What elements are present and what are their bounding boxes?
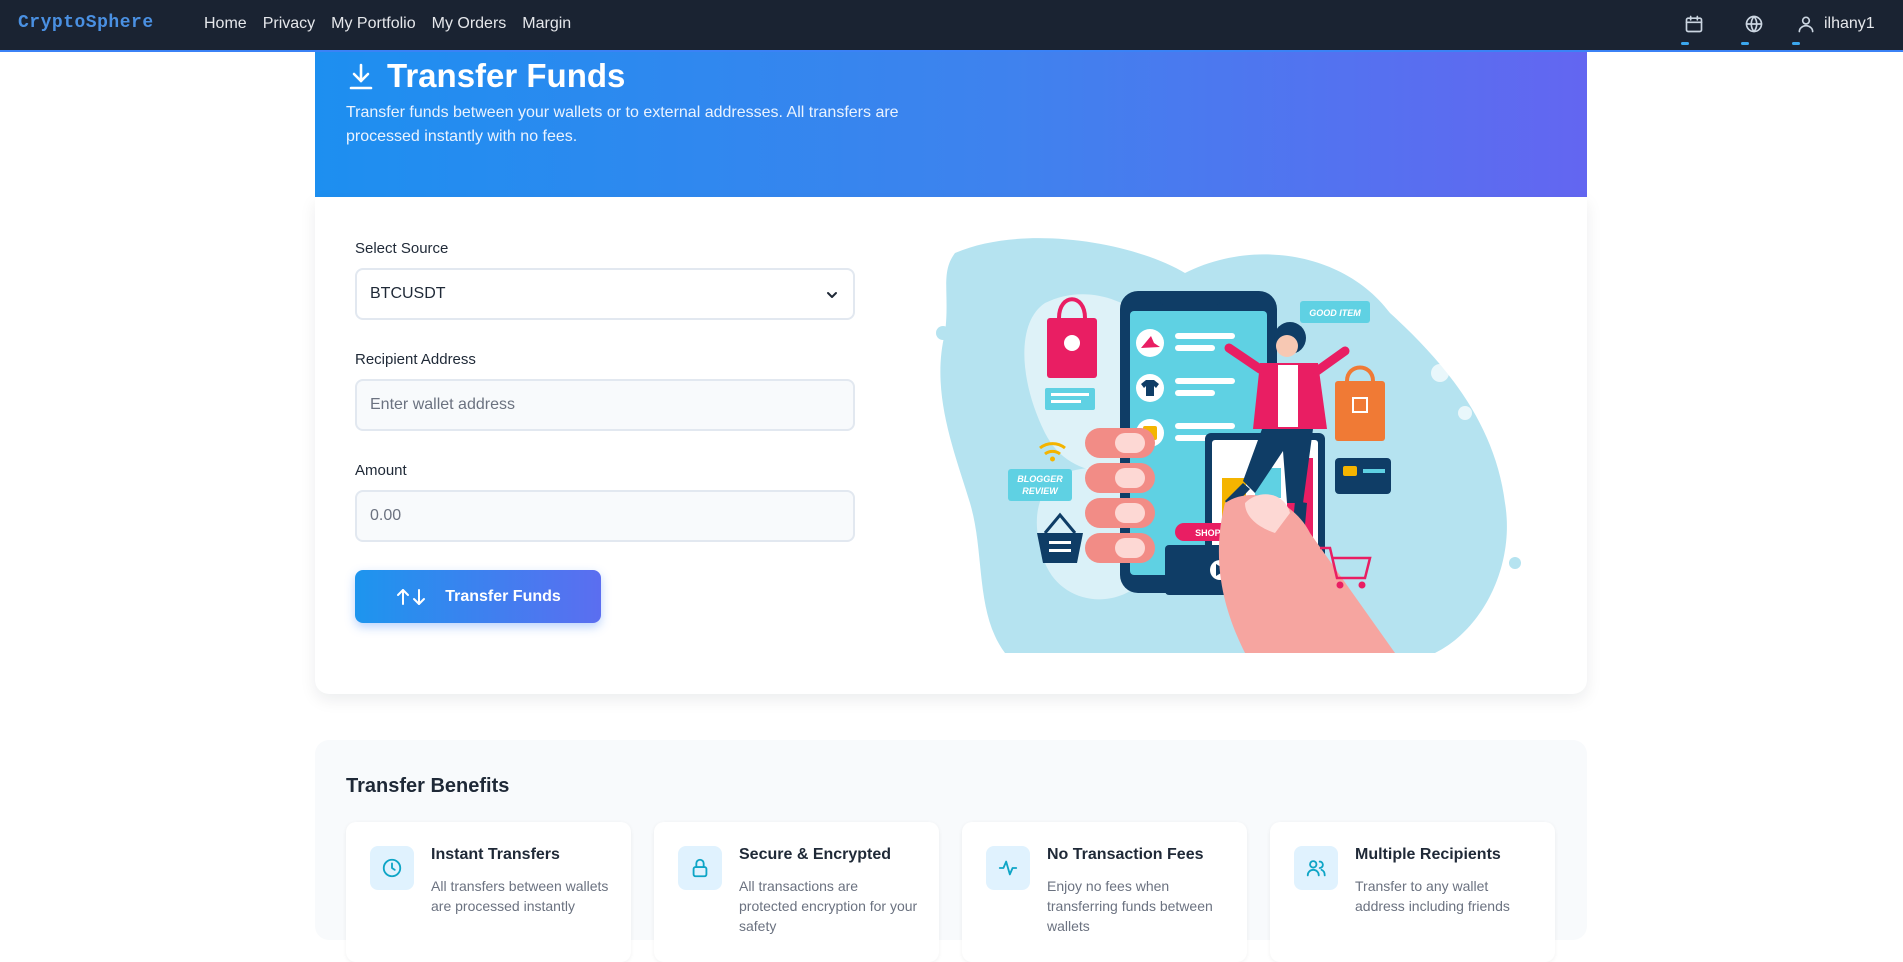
- benefit-title: No Transaction Fees: [1047, 846, 1204, 863]
- top-navbar: CryptoSphere Home Privacy My Portfolio M…: [0, 0, 1903, 52]
- benefit-card-no-fees: No Transaction Fees Enjoy no fees when t…: [962, 822, 1247, 962]
- benefits-title: Transfer Benefits: [346, 775, 510, 797]
- transfer-benefits-section: Transfer Benefits Instant Transfers All …: [315, 740, 1587, 962]
- globe-indicator: [1741, 42, 1749, 45]
- benefit-title: Secure & Encrypted: [739, 846, 892, 863]
- benefit-description: Transfer to any wallet address including…: [1355, 878, 1510, 914]
- nav-links: Home Privacy My Portfolio My Orders Marg…: [204, 15, 571, 33]
- nav-link-my-orders[interactable]: My Orders: [432, 15, 507, 33]
- benefit-title: Multiple Recipients: [1355, 846, 1501, 863]
- nav-link-margin[interactable]: Margin: [522, 15, 571, 33]
- nav-link-home[interactable]: Home: [204, 15, 247, 33]
- recipient-address-input[interactable]: Enter wallet address: [355, 379, 855, 431]
- blogger-review-line2: REVIEW: [1022, 486, 1059, 496]
- recipient-placeholder: Enter wallet address: [370, 396, 515, 413]
- amount-input[interactable]: 0.00: [355, 490, 855, 542]
- source-selected-value: BTCUSDT: [370, 285, 446, 302]
- transfer-hero-banner: Transfer Funds Transfer funds between yo…: [315, 52, 1587, 197]
- benefit-card-multiple-recipients: Multiple Recipients Transfer to any wall…: [1270, 822, 1555, 962]
- good-item-bubble: GOOD ITEM: [1309, 308, 1361, 318]
- globe-icon[interactable]: [1744, 14, 1766, 36]
- benefit-description: All transfers between wallets are proces…: [431, 878, 609, 914]
- shopping-illustration: SHOP NOW GOOD ITEM BLOGGER REVIEW: [936, 238, 1521, 653]
- activity-icon: [986, 846, 1030, 890]
- page-description: Transfer funds between your wallets or t…: [346, 104, 899, 145]
- transfer-button-label: Transfer Funds: [445, 587, 561, 605]
- nav-link-my-portfolio[interactable]: My Portfolio: [331, 15, 415, 33]
- page-title: Transfer Funds: [387, 57, 626, 94]
- benefit-card-instant-transfers: Instant Transfers All transfers between …: [346, 822, 631, 962]
- user-icon[interactable]: [1796, 14, 1818, 36]
- chevron-down-icon: [825, 288, 839, 302]
- source-label: Select Source: [355, 240, 449, 257]
- transfer-form-card: Select Source BTCUSDT Recipient Address …: [315, 197, 1587, 694]
- calendar-icon[interactable]: [1684, 14, 1706, 36]
- username-label[interactable]: ilhany1: [1824, 15, 1875, 33]
- download-icon: [348, 62, 374, 92]
- amount-placeholder: 0.00: [370, 507, 402, 524]
- lock-icon: [678, 846, 722, 890]
- user-indicator: [1792, 42, 1800, 45]
- benefit-description: All transactions are protected encryptio…: [739, 878, 918, 934]
- benefit-title: Instant Transfers: [431, 846, 560, 863]
- recipient-label: Recipient Address: [355, 351, 476, 368]
- source-select[interactable]: BTCUSDT: [355, 268, 855, 320]
- amount-label: Amount: [355, 462, 407, 479]
- arrows-up-down-icon: [395, 588, 427, 606]
- calendar-indicator: [1681, 42, 1689, 45]
- users-icon: [1294, 846, 1338, 890]
- transfer-funds-button[interactable]: Transfer Funds: [355, 570, 601, 623]
- nav-link-privacy[interactable]: Privacy: [263, 15, 315, 33]
- blogger-review-line1: BLOGGER: [1017, 474, 1063, 484]
- benefit-card-secure-encrypted: Secure & Encrypted All transactions are …: [654, 822, 939, 962]
- brand-logo[interactable]: CryptoSphere: [18, 13, 154, 33]
- clock-icon: [370, 846, 414, 890]
- benefit-description: Enjoy no fees when transferring funds be…: [1047, 878, 1213, 934]
